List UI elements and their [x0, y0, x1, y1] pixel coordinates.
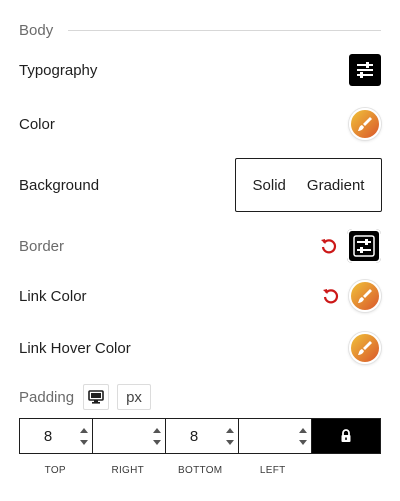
sliders-icon: [357, 62, 373, 78]
background-gradient-option[interactable]: Gradient: [307, 177, 365, 194]
padding-top-stepper[interactable]: [80, 427, 88, 445]
brush-icon: [358, 117, 372, 131]
link-hover-color-row: Link Hover Color: [19, 330, 381, 366]
border-row: Border: [19, 228, 381, 264]
section-divider: [68, 29, 381, 31]
padding-left-input[interactable]: [239, 419, 312, 453]
lock-icon: [341, 429, 351, 442]
padding-inputs: 8 8: [19, 418, 381, 454]
typography-settings-button[interactable]: [349, 54, 381, 86]
padding-left-label: LEFT: [259, 465, 286, 476]
sliders-icon: [353, 235, 375, 257]
section-header: Body: [19, 20, 381, 40]
padding-bottom-input[interactable]: 8: [166, 419, 239, 453]
reset-icon: [323, 289, 339, 304]
color-label: Color: [19, 115, 55, 133]
padding-labels: TOP RIGHT BOTTOM LEFT: [19, 465, 309, 476]
padding-bottom-stepper[interactable]: [226, 427, 234, 445]
border-settings-button[interactable]: [347, 229, 381, 263]
padding-label: Padding: [19, 388, 75, 406]
link-hover-color-label: Link Hover Color: [19, 339, 131, 357]
link-hover-color-swatch-button[interactable]: [349, 332, 381, 364]
padding-top-label: TOP: [44, 465, 66, 476]
color-row: Color: [19, 106, 381, 142]
reset-icon: [321, 239, 337, 254]
padding-right-label: RIGHT: [111, 465, 145, 476]
padding-bottom-label: BOTTOM: [178, 465, 223, 476]
border-reset-button[interactable]: [319, 236, 339, 256]
link-color-row: Link Color: [19, 278, 381, 314]
link-color-label: Link Color: [19, 287, 87, 305]
padding-right-stepper[interactable]: [153, 427, 161, 445]
padding-bottom-value[interactable]: 8: [174, 428, 226, 445]
device-toggle-button[interactable]: [83, 384, 110, 410]
typography-label: Typography: [19, 61, 98, 79]
desktop-icon: [88, 390, 104, 404]
section-title: Body: [19, 21, 54, 39]
link-values-button[interactable]: [312, 419, 380, 453]
background-label: Background: [19, 176, 100, 194]
typography-row: Typography: [19, 52, 381, 88]
padding-top-input[interactable]: 8: [20, 419, 93, 453]
padding-top-value[interactable]: 8: [28, 428, 80, 445]
link-color-swatch-button[interactable]: [349, 280, 381, 312]
color-swatch-button[interactable]: [349, 108, 381, 140]
border-label: Border: [19, 237, 65, 255]
brush-icon: [358, 341, 372, 355]
unit-select-button[interactable]: px: [117, 384, 151, 410]
link-color-reset-button[interactable]: [321, 286, 341, 306]
brush-icon: [358, 289, 372, 303]
background-type-toggle: Solid Gradient: [235, 158, 382, 212]
background-solid-option[interactable]: Solid: [253, 177, 286, 194]
padding-right-input[interactable]: [93, 419, 166, 453]
padding-header: Padding px: [19, 383, 151, 411]
padding-left-stepper[interactable]: [299, 427, 307, 445]
background-row: Background Solid Gradient: [19, 158, 382, 212]
